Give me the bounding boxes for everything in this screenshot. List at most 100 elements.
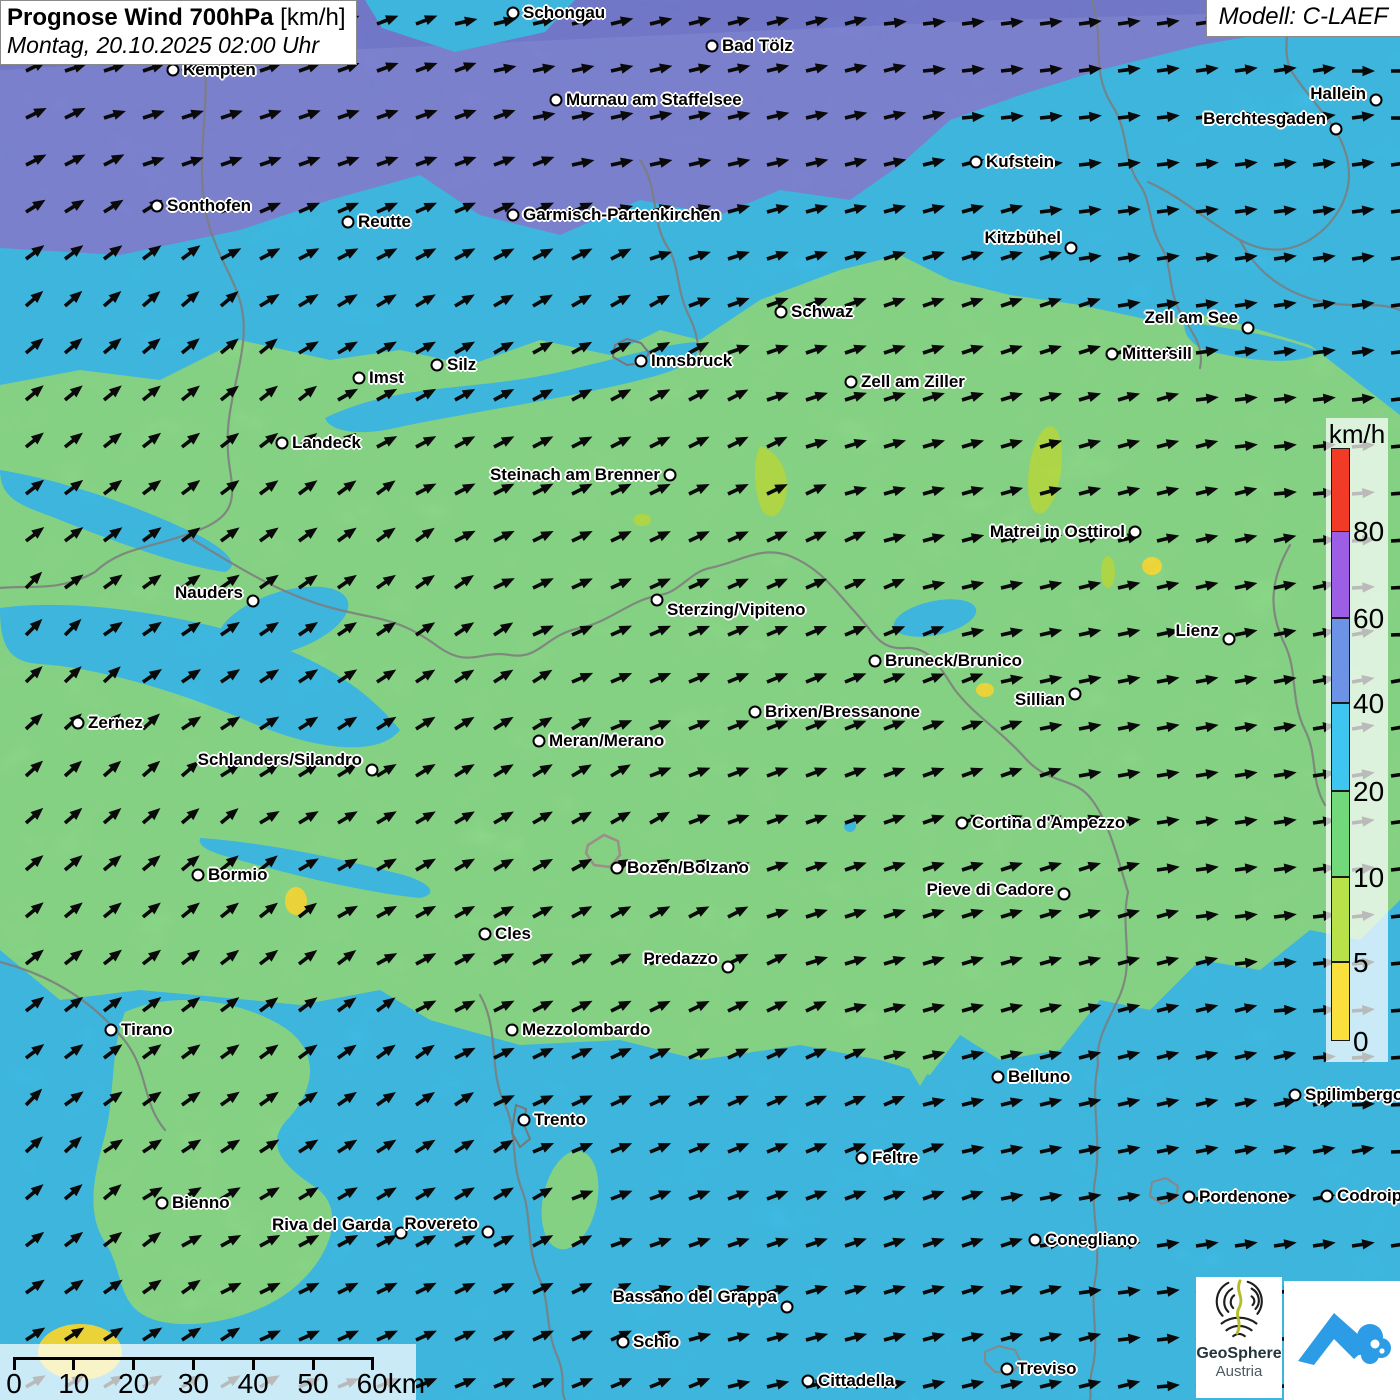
geosphere-country: Austria xyxy=(1196,1363,1282,1380)
city-label: Zernez xyxy=(88,713,143,733)
city-marker xyxy=(749,706,762,719)
model-box: Modell: C-LAEF xyxy=(1206,0,1400,37)
city-marker xyxy=(611,862,624,875)
city-label: Nauders xyxy=(175,583,243,603)
city-marker xyxy=(479,928,492,941)
city-label: Spilimbergo xyxy=(1305,1085,1400,1105)
map-valid-time: Montag, 20.10.2025 02:00 Uhr xyxy=(7,32,346,59)
partner-logo xyxy=(1284,1281,1400,1400)
city-label: Silz xyxy=(447,355,476,375)
city-marker xyxy=(482,1226,495,1239)
city-marker xyxy=(856,1152,869,1165)
city-label: Belluno xyxy=(1008,1067,1070,1087)
city-marker xyxy=(802,1375,815,1388)
city-label: Codroipo xyxy=(1337,1186,1400,1206)
city-marker xyxy=(1242,322,1255,335)
legend-tick-label: 10 xyxy=(1353,862,1384,894)
city-label: Bormio xyxy=(208,865,268,885)
legend-tick-label: 60 xyxy=(1353,603,1384,635)
city-marker xyxy=(151,200,164,213)
city-label: Predazzo xyxy=(643,949,718,969)
city-label: Feltre xyxy=(872,1148,918,1168)
city-marker xyxy=(1370,94,1383,107)
city-marker xyxy=(1129,526,1142,539)
model-label: Modell: C-LAEF xyxy=(1219,3,1388,30)
city-label: Bruneck/Brunico xyxy=(885,651,1022,671)
legend-segment-60-80 xyxy=(1331,531,1350,618)
city-marker xyxy=(869,655,882,668)
city-marker xyxy=(775,306,788,319)
legend-title: km/h xyxy=(1326,419,1388,450)
city-marker xyxy=(992,1071,1005,1084)
legend-tick-label: 5 xyxy=(1353,947,1369,979)
city-label: Cortina d'Ampezzo xyxy=(972,813,1125,833)
city-label: Kufstein xyxy=(986,152,1054,172)
legend-segment-5-10 xyxy=(1331,877,1350,962)
city-label: Bassano del Grappa xyxy=(613,1287,777,1307)
scale-bar-label: 40 xyxy=(238,1368,269,1400)
geosphere-austria-logo: GeoSphere Austria xyxy=(1196,1277,1282,1398)
legend-tick-label: 40 xyxy=(1353,688,1384,720)
scale-bar-label: 0 xyxy=(6,1368,22,1400)
city-marker xyxy=(635,355,648,368)
city-marker xyxy=(518,1114,531,1127)
city-marker xyxy=(617,1336,630,1349)
scale-bar-label: 50 xyxy=(297,1368,328,1400)
city-marker xyxy=(550,94,563,107)
city-label: Schongau xyxy=(523,3,605,23)
city-label: Treviso xyxy=(1017,1359,1077,1379)
city-marker xyxy=(156,1197,169,1210)
legend-tick-label: 0 xyxy=(1353,1026,1369,1058)
legend-tick-label: 80 xyxy=(1353,516,1384,548)
city-marker xyxy=(1065,242,1078,255)
legend-segment-20-40 xyxy=(1331,703,1350,791)
scale-bar-label: 60km xyxy=(357,1368,425,1400)
city-label: Steinach am Brenner xyxy=(490,465,660,485)
blue-mountain-cloud-icon xyxy=(1284,1281,1400,1400)
city-marker xyxy=(1223,633,1236,646)
city-label: Innsbruck xyxy=(651,351,732,371)
city-marker xyxy=(1321,1190,1334,1203)
city-marker xyxy=(533,735,546,748)
city-layer: SchongauBad TölzKemptenMurnau am Staffel… xyxy=(0,0,1400,1400)
city-marker xyxy=(722,961,735,974)
city-label: Cittadella xyxy=(818,1371,895,1391)
city-marker xyxy=(506,1024,519,1037)
city-marker xyxy=(1330,123,1343,136)
city-marker xyxy=(507,209,520,222)
city-label: Trento xyxy=(534,1110,586,1130)
city-marker xyxy=(72,717,85,730)
city-label: Tirano xyxy=(121,1020,173,1040)
city-label: Bienno xyxy=(172,1193,230,1213)
city-marker xyxy=(1106,348,1119,361)
city-label: Mittersill xyxy=(1122,344,1192,364)
city-label: Pordenone xyxy=(1199,1187,1288,1207)
city-label: Meran/Merano xyxy=(549,731,664,751)
title-box: Prognose Wind 700hPa [km/h] Montag, 20.1… xyxy=(0,0,357,65)
city-marker xyxy=(167,64,180,77)
legend-segment-0-5 xyxy=(1331,962,1350,1041)
city-marker xyxy=(247,595,260,608)
legend-segment-10-20 xyxy=(1331,791,1350,877)
city-label: Rovereto xyxy=(404,1214,478,1234)
city-label: Kitzbühel xyxy=(985,228,1062,248)
city-label: Zell am See xyxy=(1144,308,1238,328)
map-title: Prognose Wind 700hPa [km/h] xyxy=(7,4,346,32)
city-label: Zell am Ziller xyxy=(861,372,965,392)
city-label: Bad Tölz xyxy=(722,36,793,56)
city-label: Landeck xyxy=(292,433,361,453)
city-label: Schlanders/Silandro xyxy=(198,750,362,770)
city-marker xyxy=(507,7,520,20)
city-marker xyxy=(353,372,366,385)
city-label: Matrei in Osttirol xyxy=(990,522,1125,542)
legend-segment-80+ xyxy=(1331,448,1350,532)
city-marker xyxy=(970,156,983,169)
wind-forecast-map: SchongauBad TölzKemptenMurnau am Staffel… xyxy=(0,0,1400,1400)
city-marker xyxy=(1058,888,1071,901)
city-label: Hallein xyxy=(1310,84,1366,104)
city-label: Sonthofen xyxy=(167,196,251,216)
city-label: Schio xyxy=(633,1332,679,1352)
city-marker xyxy=(845,376,858,389)
contour-lines-icon xyxy=(1207,1277,1271,1339)
city-label: Cles xyxy=(495,924,531,944)
